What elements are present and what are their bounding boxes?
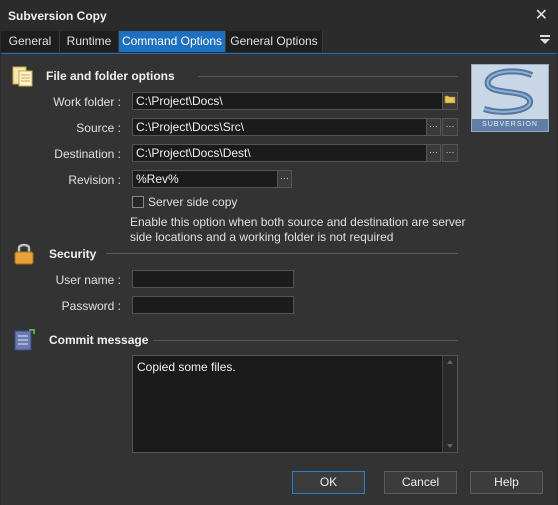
tab-command-options[interactable]: Command Options bbox=[119, 31, 226, 52]
server-side-note-line2: side locations and a working folder is n… bbox=[130, 230, 394, 244]
commit-scrollbar[interactable] bbox=[442, 356, 457, 452]
commit-message-icon bbox=[12, 328, 36, 355]
destination-ellipsis-button[interactable]: ··· bbox=[426, 144, 441, 162]
open-folder-icon bbox=[444, 95, 456, 104]
server-side-copy-label[interactable]: Server side copy bbox=[148, 194, 237, 210]
revision-field[interactable]: %Rev% bbox=[132, 170, 278, 188]
work-folder-label: Work folder : bbox=[53, 95, 121, 109]
logo-text: SUBVERSION bbox=[472, 119, 548, 131]
tab-menu-icon[interactable] bbox=[539, 33, 551, 45]
help-button[interactable]: Help bbox=[470, 471, 543, 494]
title-bar: Subversion Copy ✕ bbox=[0, 0, 558, 30]
revision-ellipsis-button[interactable]: ··· bbox=[277, 170, 292, 188]
commit-message-text: Copied some files. bbox=[137, 360, 236, 374]
source-browse-button[interactable]: ··· bbox=[442, 118, 458, 136]
source-field[interactable]: C:\Project\Docs\Src\ bbox=[132, 118, 427, 136]
destination-browse-button[interactable]: ··· bbox=[442, 144, 458, 162]
revision-label: Revision : bbox=[68, 173, 121, 187]
source-label: Source : bbox=[76, 121, 121, 135]
browse-folder-button[interactable] bbox=[442, 92, 458, 110]
server-side-note-line1: Enable this option when both source and … bbox=[130, 215, 466, 229]
source-ellipsis-button[interactable]: ··· bbox=[426, 118, 441, 136]
cancel-button[interactable]: Cancel bbox=[384, 471, 457, 494]
ok-button[interactable]: OK bbox=[292, 471, 365, 494]
command-options-panel: File and folder options Work folder : C:… bbox=[1, 53, 557, 505]
section-divider bbox=[106, 253, 458, 254]
tab-general[interactable]: General bbox=[1, 31, 60, 52]
section-divider bbox=[198, 76, 458, 77]
folder-icon bbox=[11, 64, 35, 91]
destination-label: Destination : bbox=[54, 147, 121, 161]
password-field[interactable] bbox=[132, 296, 294, 314]
tab-general-options[interactable]: General Options bbox=[226, 31, 323, 52]
commit-section-title: Commit message bbox=[49, 333, 149, 347]
server-side-copy-checkbox[interactable] bbox=[132, 196, 144, 208]
username-field[interactable] bbox=[132, 270, 294, 288]
window-title: Subversion Copy bbox=[8, 9, 107, 23]
destination-field[interactable]: C:\Project\Docs\Dest\ bbox=[132, 144, 427, 162]
file-folder-section-title: File and folder options bbox=[46, 69, 175, 83]
section-divider bbox=[153, 340, 458, 341]
subversion-logo: SUBVERSION bbox=[471, 64, 549, 132]
tab-runtime[interactable]: Runtime bbox=[60, 31, 119, 52]
commit-message-textarea[interactable]: Copied some files. bbox=[132, 355, 458, 453]
tab-bar: General Runtime Command Options General … bbox=[1, 31, 557, 53]
password-label: Password : bbox=[61, 299, 121, 313]
lock-icon bbox=[13, 241, 35, 268]
security-section-title: Security bbox=[49, 247, 97, 261]
username-label: User name : bbox=[55, 273, 121, 287]
work-folder-field[interactable]: C:\Project\Docs\ bbox=[132, 92, 443, 110]
close-icon[interactable]: ✕ bbox=[535, 5, 548, 25]
